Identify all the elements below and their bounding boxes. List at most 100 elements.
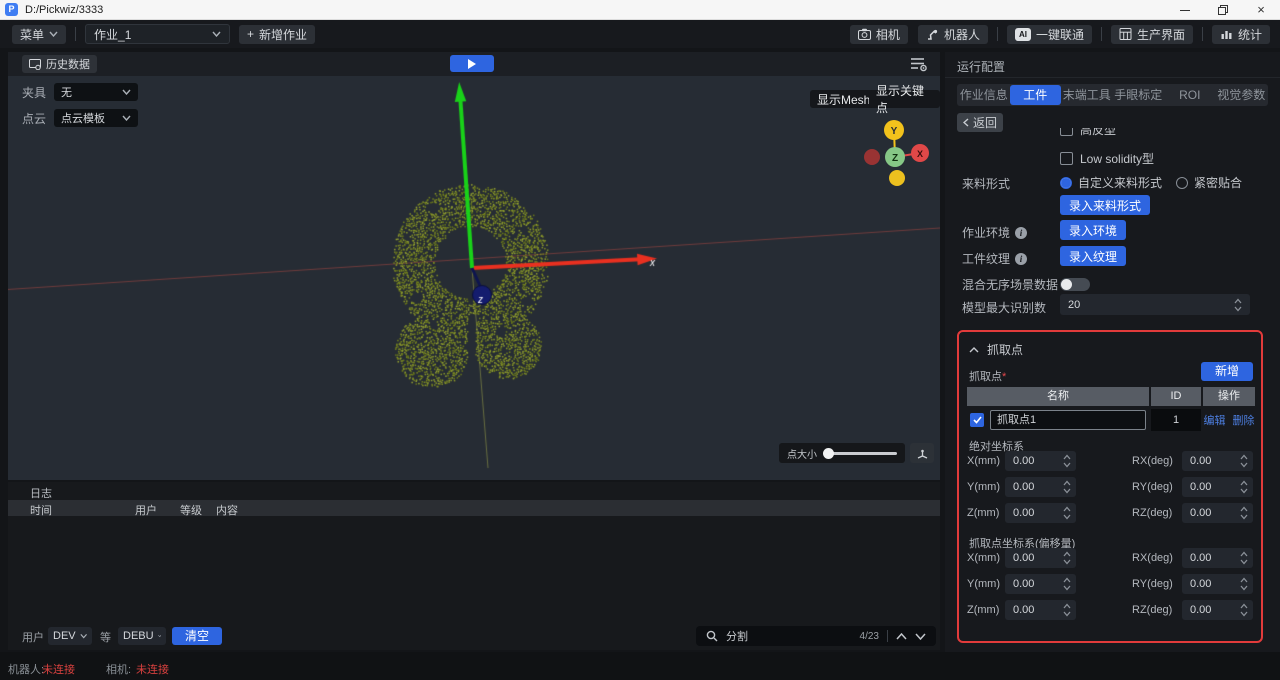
- max-model-label: 模型最大识别数: [962, 299, 1046, 316]
- record-incoming-button[interactable]: 录入来料形式: [1060, 195, 1150, 215]
- clear-log-button[interactable]: 清空: [172, 627, 222, 645]
- status-bar: 机器人: 未连接 相机: 未连接: [0, 652, 1280, 680]
- off-y-input[interactable]: 0.00: [1005, 574, 1076, 594]
- spinner-arrows-icon[interactable]: [1240, 454, 1248, 468]
- abs-x-input[interactable]: 0.00: [1005, 451, 1076, 471]
- table-row: 抓取点1 1 编辑 删除: [967, 409, 1255, 431]
- chevron-up-icon: [969, 347, 979, 353]
- orientation-gizmo[interactable]: Y Z X: [862, 120, 934, 192]
- checkbox-row-clipped[interactable]: 高反型: [1060, 128, 1116, 138]
- chevron-left-icon: [963, 118, 969, 127]
- camera-button[interactable]: 相机: [850, 25, 908, 44]
- row-checkbox-checked[interactable]: [970, 413, 984, 427]
- viewport-3d[interactable]: 夹具 无 点云 点云模板 显示Mesh 显示关键点: [8, 76, 940, 480]
- grasp-name-input[interactable]: 抓取点1: [990, 410, 1146, 430]
- show-keypoints-button[interactable]: 显示关键点: [869, 90, 940, 108]
- off-rz-input[interactable]: 0.00: [1182, 600, 1253, 620]
- play-icon: [468, 59, 476, 69]
- level-filter-select[interactable]: DEBU: [118, 627, 166, 645]
- grasp-point-table: 名称 ID 操作 抓取点1 1 编辑: [967, 387, 1255, 431]
- spinner-arrows-icon[interactable]: [1063, 551, 1071, 565]
- spinner-arrows-icon[interactable]: [1063, 577, 1071, 591]
- mixed-scene-toggle[interactable]: [1060, 278, 1090, 291]
- spinner-arrows-icon[interactable]: [1063, 454, 1071, 468]
- checkbox-icon[interactable]: [1060, 128, 1073, 136]
- camera-status-label: 相机:: [106, 661, 131, 677]
- spinner-arrows-icon[interactable]: [1240, 506, 1248, 520]
- one-key-connect-button[interactable]: AI 一键联通: [1007, 25, 1092, 44]
- robot-status-label: 机器人:: [8, 661, 44, 677]
- record-env-button[interactable]: 录入环境: [1060, 220, 1126, 240]
- statistics-button[interactable]: 统计: [1212, 25, 1270, 44]
- spinner-arrows-icon[interactable]: [1240, 551, 1248, 565]
- edit-link[interactable]: 编辑: [1204, 412, 1226, 428]
- record-texture-button[interactable]: 录入纹理: [1060, 246, 1126, 266]
- tab-vision-params[interactable]: 视觉参数: [1216, 85, 1268, 105]
- show-mesh-button[interactable]: 显示Mesh: [810, 90, 877, 108]
- point-size-control: 点大小: [779, 443, 905, 463]
- history-data-button[interactable]: 历史数据: [22, 55, 97, 73]
- gizmo-neg-x[interactable]: [864, 149, 880, 165]
- tab-job-info[interactable]: 作业信息: [958, 85, 1010, 105]
- spinner-arrows-icon[interactable]: [1234, 298, 1242, 312]
- abs-y-input[interactable]: 0.00: [1005, 477, 1076, 497]
- tab-workpiece[interactable]: 工件: [1010, 85, 1062, 105]
- search-input[interactable]: 分割: [726, 628, 852, 644]
- checkbox-icon[interactable]: [1060, 152, 1073, 165]
- axes-toggle-button[interactable]: [910, 443, 934, 463]
- tab-roi[interactable]: ROI: [1164, 85, 1216, 105]
- user-filter-select[interactable]: DEV: [48, 627, 92, 645]
- off-rx-input[interactable]: 0.00: [1182, 548, 1253, 568]
- menu-button[interactable]: 菜单: [12, 25, 66, 44]
- grasp-section-header[interactable]: 抓取点: [969, 341, 1023, 358]
- incoming-form-radios: 自定义来料形式 紧密贴合: [1060, 174, 1250, 191]
- off-x-input[interactable]: 0.00: [1005, 548, 1076, 568]
- spinner-arrows-icon[interactable]: [1063, 506, 1071, 520]
- spinner-arrows-icon[interactable]: [1240, 577, 1248, 591]
- slider-knob[interactable]: [823, 448, 834, 459]
- fixture-select[interactable]: 无: [54, 83, 138, 101]
- off-ry-input[interactable]: 0.00: [1182, 574, 1253, 594]
- production-view-button[interactable]: 生产界面: [1111, 25, 1193, 44]
- robot-button[interactable]: 机器人: [918, 25, 988, 44]
- pointcloud-label: 点云: [22, 110, 46, 127]
- minimize-button[interactable]: [1166, 0, 1204, 20]
- radio-custom-selected[interactable]: [1060, 177, 1072, 189]
- viewer-panel: 历史数据 夹具 无 点云: [8, 52, 940, 480]
- off-z-input[interactable]: 0.00: [1005, 600, 1076, 620]
- play-button[interactable]: [450, 55, 494, 72]
- search-next-icon[interactable]: [915, 633, 926, 640]
- new-job-button[interactable]: + 新增作业: [239, 25, 315, 44]
- close-button[interactable]: ×: [1242, 0, 1280, 20]
- spinner-arrows-icon[interactable]: [1240, 480, 1248, 494]
- delete-link[interactable]: 删除: [1233, 412, 1255, 428]
- point-size-slider[interactable]: [824, 452, 897, 455]
- abs-z-input[interactable]: 0.00: [1005, 503, 1076, 523]
- pointcloud-select[interactable]: 点云模板: [54, 109, 138, 127]
- tab-hand-eye-calib[interactable]: 手眼标定: [1113, 85, 1165, 105]
- log-search-box[interactable]: 分割 4/23: [696, 626, 936, 646]
- max-model-input[interactable]: 20: [1060, 294, 1250, 315]
- info-icon[interactable]: i: [1015, 253, 1027, 265]
- spinner-arrows-icon[interactable]: [1063, 480, 1071, 494]
- check-icon: [973, 416, 982, 424]
- level-filter-label: 等: [100, 629, 111, 645]
- abs-ry-input[interactable]: 0.00: [1182, 477, 1253, 497]
- abs-rz-input[interactable]: 0.00: [1182, 503, 1253, 523]
- restore-button[interactable]: [1204, 0, 1242, 20]
- spinner-arrows-icon[interactable]: [1063, 603, 1071, 617]
- radio-tight-fit[interactable]: [1176, 177, 1188, 189]
- gizmo-neg-y[interactable]: [889, 170, 905, 186]
- abs-rx-input[interactable]: 0.00: [1182, 451, 1253, 471]
- restore-icon: [1218, 5, 1228, 15]
- add-grasp-point-button[interactable]: 新增: [1201, 362, 1253, 381]
- info-icon[interactable]: i: [1015, 227, 1027, 239]
- list-settings-icon[interactable]: [910, 56, 928, 72]
- chevron-down-icon: [122, 115, 131, 121]
- tab-end-tool[interactable]: 末端工具: [1061, 85, 1113, 105]
- search-prev-icon[interactable]: [896, 633, 907, 640]
- minimize-icon: [1180, 10, 1190, 11]
- spinner-arrows-icon[interactable]: [1240, 603, 1248, 617]
- low-solidity-checkbox-row[interactable]: Low solidity型: [1060, 150, 1154, 167]
- job-select[interactable]: 作业_1: [85, 24, 230, 44]
